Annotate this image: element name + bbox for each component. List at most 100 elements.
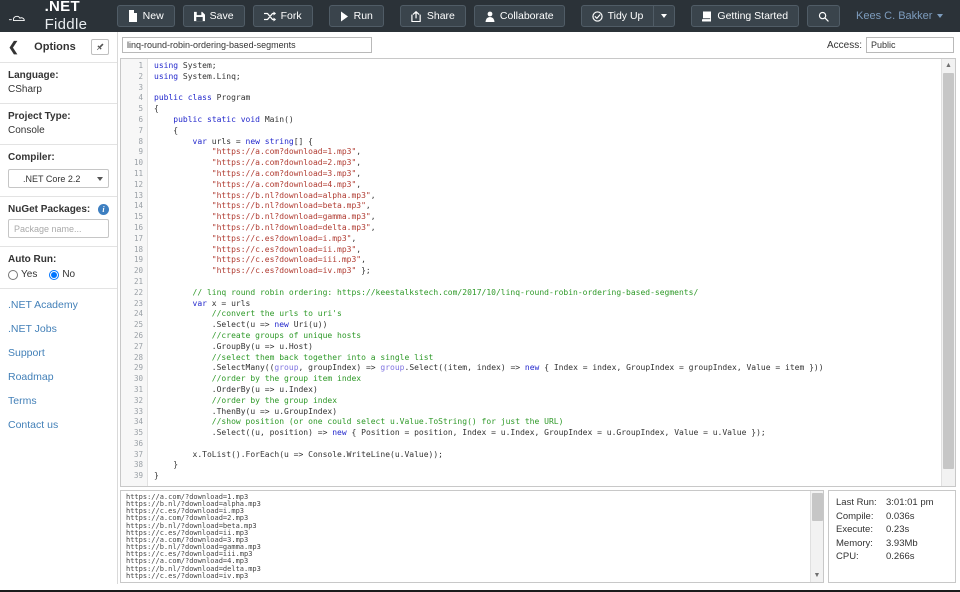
caret-down-icon (97, 177, 103, 181)
output-line: https://c.es/?download=iv.mp3 (126, 573, 810, 580)
project-type-label: Project Type: (8, 111, 109, 122)
code-line: "https://a.com?download=4.mp3", (154, 180, 941, 191)
code-line: "https://c.es?download=iv.mp3" }; (154, 266, 941, 277)
line-number-gutter: 1234567891011121314151617181920212223242… (121, 59, 148, 486)
auto-run-option-label: No (62, 269, 75, 280)
line-number: 21 (121, 277, 147, 288)
person-icon (485, 11, 495, 22)
tidy-up-button[interactable]: Tidy Up (581, 5, 655, 27)
brand-logo[interactable]: .NET Fiddle (8, 0, 101, 34)
sidebar-link-net-jobs[interactable]: .NET Jobs (8, 317, 109, 341)
code-line: var urls = new string[] { (154, 137, 941, 148)
stat-label: Last Run: (836, 496, 886, 510)
output-console: https://a.com/?download=1.mp3https://b.n… (120, 490, 824, 583)
code-editor: 1234567891011121314151617181920212223242… (120, 58, 956, 487)
code-line: .OrderBy(u => u.Index) (154, 385, 941, 396)
line-number: 15 (121, 212, 147, 223)
save-button[interactable]: Save (183, 5, 245, 27)
getting-started-button[interactable]: Getting Started (691, 5, 799, 27)
line-number: 6 (121, 115, 147, 126)
line-number: 17 (121, 234, 147, 245)
app-window: .NET Fiddle New Save Fork Run Share Coll… (0, 0, 960, 592)
sidebar-link-contact-us[interactable]: Contact us (8, 413, 109, 437)
line-number: 9 (121, 147, 147, 158)
navbar: .NET Fiddle New Save Fork Run Share Coll… (0, 0, 960, 32)
access-label: Access: (827, 40, 862, 51)
compiler-select[interactable]: .NET Core 2.2 (8, 169, 109, 188)
line-number: 16 (121, 223, 147, 234)
code-line: "https://a.com?download=1.mp3", (154, 147, 941, 158)
save-icon (194, 11, 205, 22)
play-icon (340, 11, 349, 22)
code-area[interactable]: using System;using System.Linq; public c… (148, 59, 941, 486)
code-line: "https://b.nl?download=alpha.mp3", (154, 191, 941, 202)
search-icon (818, 11, 829, 22)
info-icon[interactable]: i (98, 204, 109, 215)
console-scrollbar[interactable]: ▼ (810, 491, 823, 582)
auto-run-option-yes[interactable]: Yes (8, 269, 37, 280)
stat-value: 0.23s (886, 523, 948, 537)
compiler-label: Compiler: (8, 152, 109, 163)
user-name: Kees C. Bakker (856, 10, 932, 22)
collaborate-button[interactable]: Collaborate (474, 5, 565, 27)
nuget-package-input[interactable] (8, 219, 109, 238)
auto-run-radio-yes[interactable] (8, 270, 18, 280)
sidebar-link-net-academy[interactable]: .NET Academy (8, 293, 109, 317)
scroll-down-arrow[interactable]: ▼ (811, 569, 823, 582)
access-select[interactable]: Public (866, 37, 954, 53)
console-scroll-thumb[interactable] (812, 493, 823, 521)
sidebar-link-support[interactable]: Support (8, 341, 109, 365)
pin-sidebar-button[interactable] (91, 39, 109, 55)
line-number: 30 (121, 374, 147, 385)
share-button[interactable]: Share (400, 5, 466, 27)
brand-dotnet: .NET (45, 0, 80, 15)
line-number: 35 (121, 428, 147, 439)
brand-fiddle: Fiddle (45, 16, 88, 33)
code-line: var x = urls (154, 299, 941, 310)
code-line: .Select((u, position) => new { Position … (154, 428, 941, 439)
stat-label: Execute: (836, 523, 886, 537)
sidebar-link-roadmap[interactable]: Roadmap (8, 365, 109, 389)
new-button[interactable]: New (117, 5, 175, 27)
line-number: 1 (121, 61, 147, 72)
compiler-section: Compiler: .NET Core 2.2 (0, 145, 117, 197)
sidebar-links: .NET Academy.NET JobsSupportRoadmapTerms… (0, 289, 117, 441)
user-menu[interactable]: Kees C. Bakker (856, 10, 943, 22)
editor-scrollbar[interactable]: ▲ (941, 59, 955, 486)
auto-run-option-label: Yes (21, 269, 37, 280)
line-number: 26 (121, 331, 147, 342)
line-number: 18 (121, 245, 147, 256)
code-line: "https://c.es?download=iii.mp3", (154, 255, 941, 266)
stat-row: Memory:3.93Mb (836, 537, 948, 551)
book-icon (702, 11, 712, 22)
code-line: //show position (or one could select u.V… (154, 417, 941, 428)
search-button[interactable] (807, 5, 840, 27)
run-button[interactable]: Run (329, 5, 384, 27)
auto-run-option-no[interactable]: No (49, 269, 75, 280)
editor-scroll-thumb[interactable] (943, 73, 954, 469)
code-line: public static void Main() (154, 115, 941, 126)
fork-shuffle-icon (264, 11, 276, 22)
check-circle-icon (592, 11, 603, 22)
fiddle-title-input[interactable] (122, 37, 372, 53)
line-number: 12 (121, 180, 147, 191)
code-line: "https://c.es?download=i.mp3", (154, 234, 941, 245)
line-number: 36 (121, 439, 147, 450)
line-number: 11 (121, 169, 147, 180)
line-number: 31 (121, 385, 147, 396)
sidebar-link-terms[interactable]: Terms (8, 389, 109, 413)
stat-value: 3.93Mb (886, 537, 948, 551)
nuget-label: NuGet Packages: (8, 204, 90, 215)
stat-row: Compile:0.036s (836, 510, 948, 524)
line-number: 5 (121, 104, 147, 115)
tidy-up-dropdown-button[interactable] (654, 5, 675, 27)
stat-row: CPU:0.266s (836, 550, 948, 564)
collapse-sidebar-button[interactable]: ❮ (8, 42, 19, 52)
fork-button[interactable]: Fork (253, 5, 313, 27)
line-number: 7 (121, 126, 147, 137)
scroll-up-arrow[interactable]: ▲ (942, 59, 955, 72)
auto-run-radio-no[interactable] (49, 270, 59, 280)
project-type-section: Project Type: Console (0, 104, 117, 145)
stat-row: Execute:0.23s (836, 523, 948, 537)
line-number: 3 (121, 83, 147, 94)
